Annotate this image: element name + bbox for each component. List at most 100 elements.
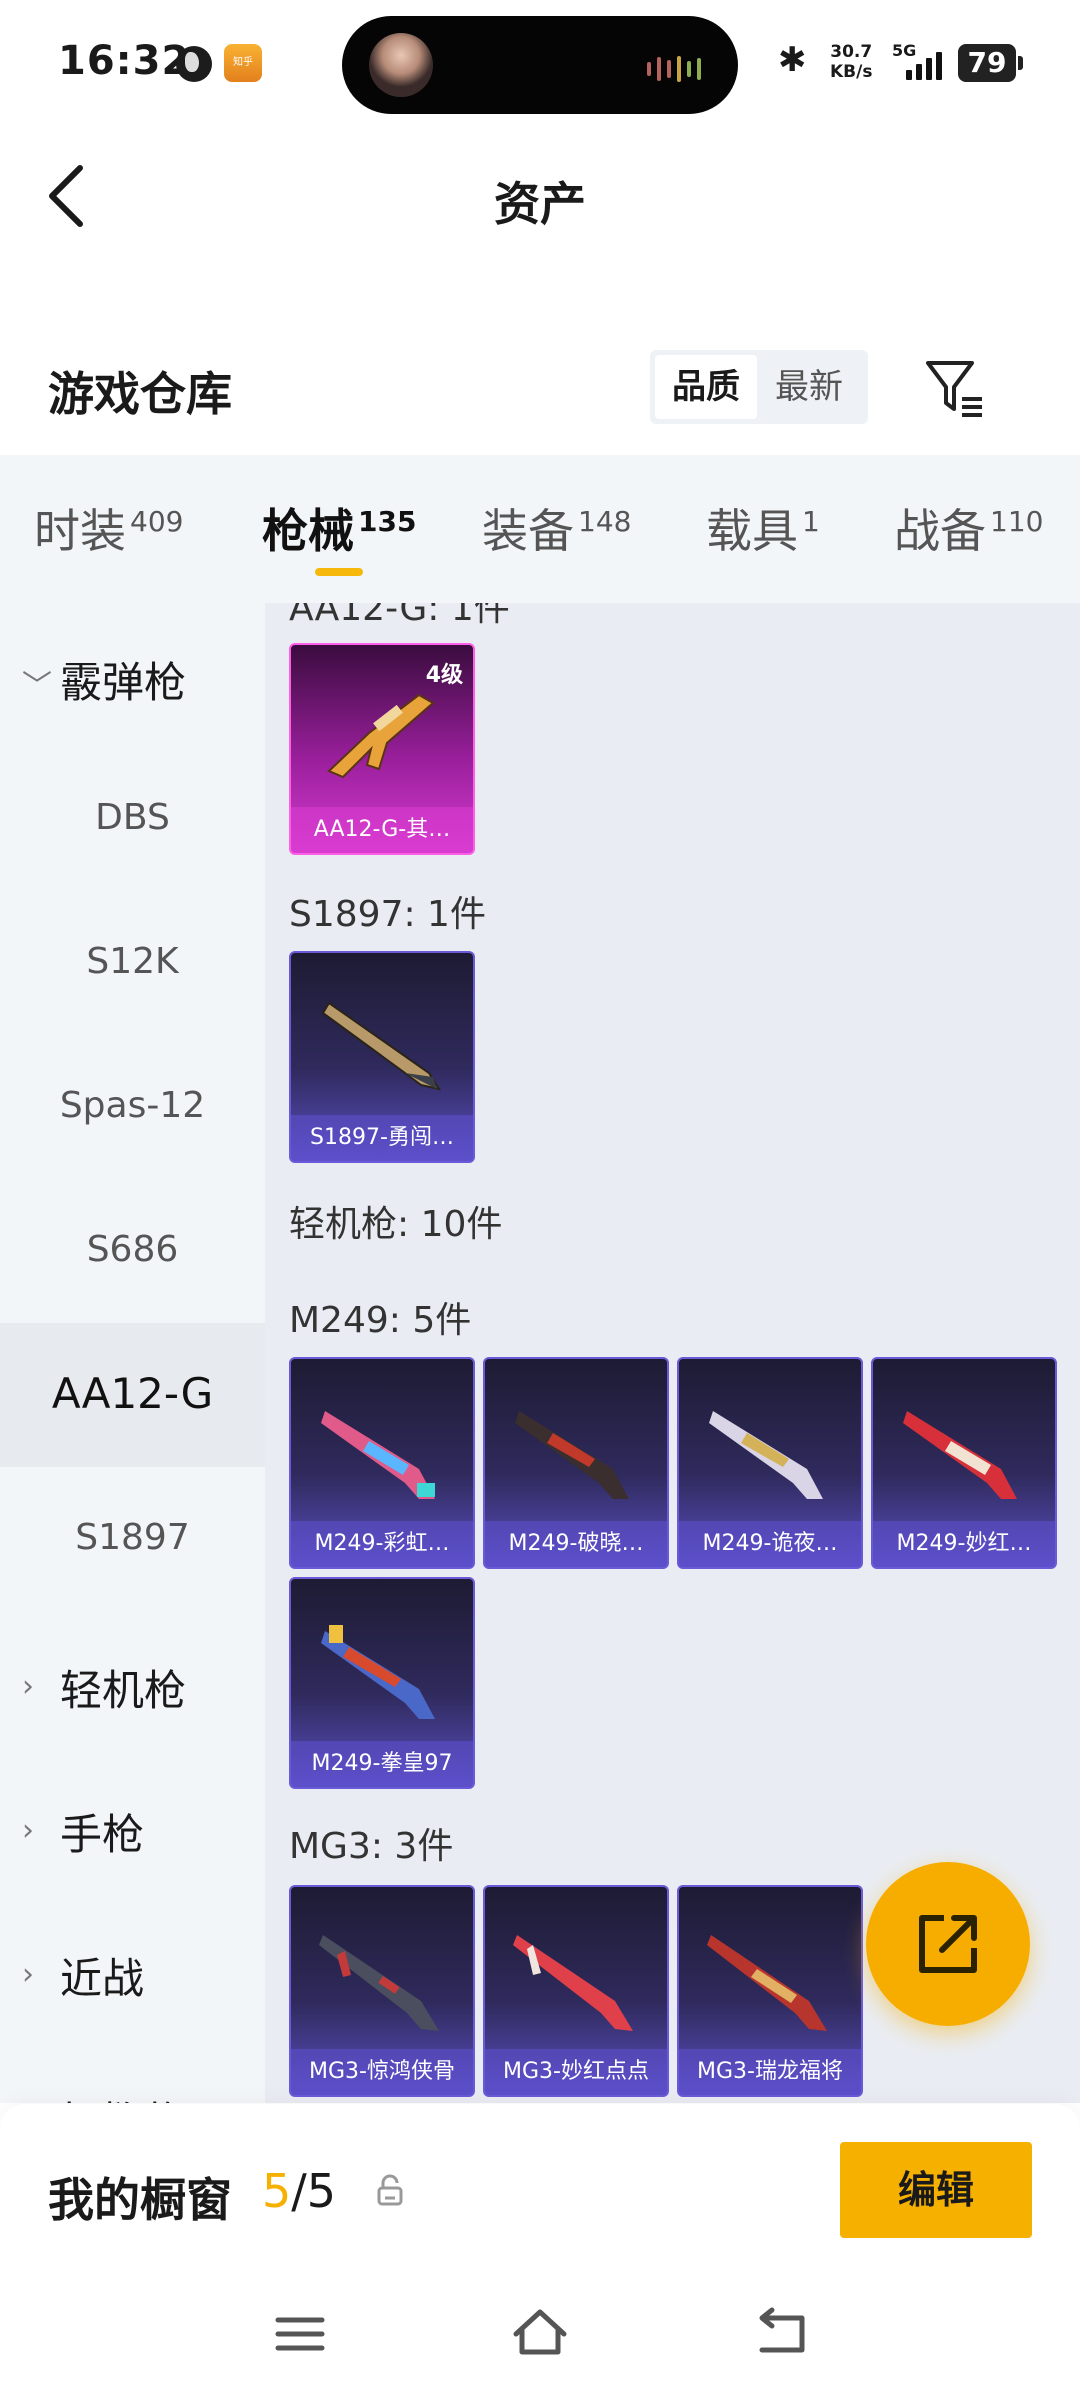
machine-gun-icon [321, 1411, 435, 1499]
sidebar-item-s686[interactable]: S686 [0, 1179, 265, 1323]
tab-label: 枪械 [262, 504, 354, 558]
chevron-right-icon: › [22, 1957, 34, 1992]
chevron-right-icon: › [22, 2101, 34, 2103]
showcase-count: 5/5 [262, 2164, 336, 2218]
sidebar-item-label: S1897 [75, 1517, 190, 1558]
sidebar-category-label: 轻机枪 [60, 1666, 187, 1715]
tab-label: 战备 [894, 504, 986, 558]
sidebar-category-label: 近战 [60, 1954, 145, 2003]
weapon-card[interactable]: 4级 AA12-G-其… [289, 643, 475, 855]
machine-gun-icon [513, 1935, 633, 2031]
speed-unit: KB/s [830, 62, 873, 82]
tab-count: 409 [130, 505, 184, 538]
sidebar-category-throwable[interactable]: › 投掷物 [0, 2043, 265, 2103]
lock-icon [377, 2174, 403, 2206]
sidebar-item-s1897[interactable]: S1897 [0, 1467, 265, 1611]
menu-icon[interactable] [270, 2304, 330, 2364]
sort-toggle: 品质 最新 [650, 350, 868, 424]
bluetooth-icon: ✱ [778, 40, 807, 80]
status-time: 16:32 [58, 38, 191, 84]
back-nav-icon[interactable] [752, 2304, 812, 2364]
section-title: M249: 5件 [289, 1300, 472, 1341]
weapon-name: M249-破晓… [485, 1521, 667, 1567]
weapon-card[interactable]: MG3-妙红点点 [483, 1885, 669, 2097]
weapon-name: AA12-G-其… [291, 807, 473, 853]
section-title: MG3: 3件 [289, 1826, 454, 1867]
sidebar-category-shotgun[interactable]: ﹀ 霰弹枪 [0, 603, 265, 747]
weapon-name: MG3-妙红点点 [485, 2049, 667, 2095]
tab-vehicles[interactable]: 载具 1 [706, 495, 820, 561]
weapon-name: M249-妙红… [873, 1521, 1055, 1567]
weapon-card[interactable]: MG3-瑞龙福将 [677, 1885, 863, 2097]
share-button[interactable] [866, 1862, 1030, 2026]
tab-label: 装备 [482, 504, 574, 558]
weapon-name: M249-诡夜… [679, 1521, 861, 1567]
sidebar-item-aa12g[interactable]: AA12-G [0, 1323, 265, 1467]
dynamic-island[interactable] [342, 16, 738, 114]
sidebar-item-label: Spas-12 [59, 1085, 206, 1126]
tab-label: 载具 [706, 504, 798, 558]
home-icon[interactable] [510, 2304, 570, 2364]
weapon-card[interactable]: MG3-惊鸿侠骨 [289, 1885, 475, 2097]
sidebar-item-dbs[interactable]: DBS [0, 747, 265, 891]
machine-gun-icon [321, 1625, 435, 1719]
weapon-card[interactable]: M249-诡夜… [677, 1357, 863, 1569]
sidebar-category-melee[interactable]: › 近战 [0, 1899, 265, 2043]
tab-count: 148 [578, 505, 632, 538]
vpn-globe-icon [176, 46, 212, 82]
warehouse-title: 游戏仓库 [48, 367, 232, 421]
showcase-current: 5 [262, 2164, 292, 2218]
sort-newest-button[interactable]: 最新 [758, 355, 860, 419]
audio-wave-icon [647, 56, 701, 82]
sidebar-item-s12k[interactable]: S12K [0, 891, 265, 1035]
sidebar-category-label: 投掷物 [60, 2089, 265, 2103]
sidebar-item-spas12[interactable]: Spas-12 [0, 1035, 265, 1179]
section-title: S1897: 1件 [289, 894, 486, 935]
machine-gun-icon [903, 1411, 1017, 1499]
tab-equipment[interactable]: 装备 148 [482, 495, 631, 561]
sidebar-category-pistol[interactable]: › 手枪 [0, 1755, 265, 1899]
filter-button[interactable] [922, 355, 988, 421]
tab-outfit[interactable]: 时装 409 [34, 495, 183, 561]
chevron-down-icon: ﹀ [22, 669, 52, 704]
tab-count: 110 [990, 505, 1044, 538]
edit-button[interactable]: 编辑 [840, 2142, 1032, 2238]
share-icon [919, 1915, 977, 1973]
filter-icon [926, 361, 982, 417]
shotgun-icon [321, 1001, 442, 1091]
weapon-card[interactable]: M249-妙红… [871, 1357, 1057, 1569]
tab-gear[interactable]: 战备 110 [894, 495, 1043, 561]
weapon-card[interactable]: S1897-勇闯… [289, 951, 475, 1163]
app-notification-icon: 知乎 [224, 44, 262, 82]
section-title: AA12-G: 1件 [289, 603, 510, 629]
chevron-right-icon: › [22, 1669, 34, 1704]
weapon-name: MG3-瑞龙福将 [679, 2049, 861, 2095]
chevron-right-icon: › [22, 1813, 34, 1848]
tab-count: 135 [358, 505, 417, 538]
tab-count: 1 [802, 505, 820, 538]
section-title: 轻机枪: 10件 [289, 1204, 503, 1245]
weapon-card[interactable]: M249-破晓… [483, 1357, 669, 1569]
sidebar-category-lmg[interactable]: › 轻机枪 [0, 1611, 265, 1755]
battery-level: 79 [958, 44, 1023, 82]
weapon-sidebar: ﹀ 霰弹枪 DBS S12K Spas-12 S686 AA12-G S1897… [0, 603, 265, 2103]
sidebar-item-label: AA12-G [51, 1369, 214, 1418]
machine-gun-icon [709, 1411, 823, 1499]
showcase-total: 5 [306, 2164, 337, 2218]
tab-guns[interactable]: 枪械 135 [262, 495, 416, 561]
shotgun-icon [327, 693, 435, 779]
showcase-separator: / [291, 2164, 307, 2218]
network-speed: 30.7 KB/s [830, 42, 872, 82]
media-avatar [369, 33, 433, 97]
weapon-card[interactable]: M249-彩虹… [289, 1357, 475, 1569]
tab-label: 时装 [34, 504, 126, 558]
machine-gun-icon [319, 1935, 439, 2031]
weapon-name: M249-彩虹… [291, 1521, 473, 1567]
weapon-name: MG3-惊鸿侠骨 [291, 2049, 473, 2095]
speed-value: 30.7 [830, 42, 873, 62]
sidebar-category-label: 手枪 [60, 1810, 145, 1859]
weapon-card[interactable]: M249-拳皇97 [289, 1577, 475, 1789]
machine-gun-icon [707, 1935, 827, 2031]
sort-quality-button[interactable]: 品质 [655, 355, 757, 419]
sidebar-item-label: DBS [95, 797, 170, 838]
